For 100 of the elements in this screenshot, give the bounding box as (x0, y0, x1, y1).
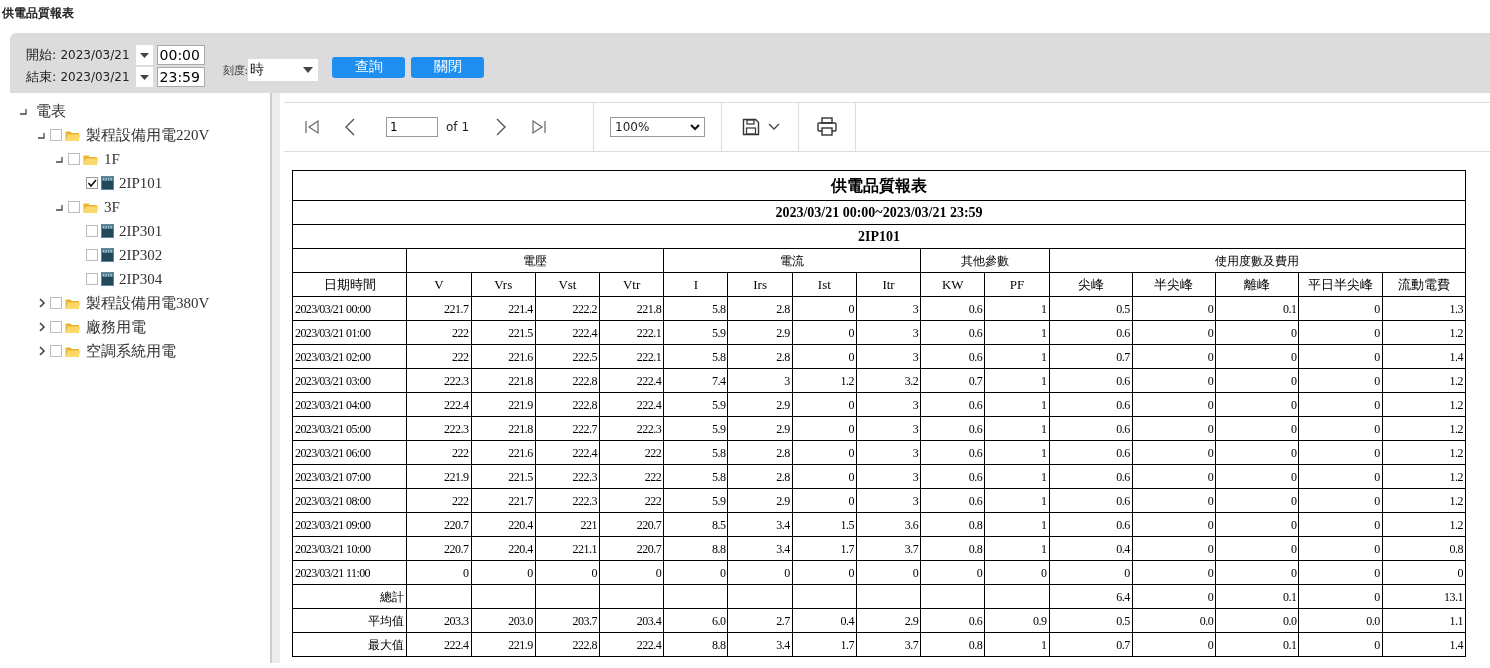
checkbox[interactable] (68, 153, 80, 165)
table-cell: 3 (856, 320, 921, 345)
zoom-dropdown[interactable]: 100% (610, 117, 705, 137)
tree-item-label[interactable]: 2IP302 (119, 246, 163, 264)
table-cell: 0 (1215, 512, 1299, 537)
page-title: 供電品質報表 (1, 5, 75, 22)
table-cell: 220.7 (599, 536, 664, 561)
tree-item-label[interactable]: 3F (104, 198, 120, 216)
table-cell: 0.9 (984, 608, 1050, 633)
table-cell: 0 (1382, 560, 1466, 585)
checkbox[interactable] (68, 201, 80, 213)
table-cell: 3.6 (856, 512, 921, 537)
table-cell: 3.4 (727, 536, 793, 561)
table-cell: 222.7 (535, 416, 600, 441)
tree-item-label[interactable]: 電表 (36, 101, 66, 121)
table-cell: 1 (984, 512, 1050, 537)
table-cell: 0.7 (920, 368, 985, 393)
table-cell: 221.1 (535, 536, 600, 561)
table-cell: 0.4 (1049, 536, 1133, 561)
time-field[interactable]: 00:00 (156, 45, 205, 65)
print-icon[interactable] (817, 117, 837, 137)
table-cell: 222 (406, 488, 472, 513)
first-page-icon[interactable] (304, 119, 320, 135)
page-number-field[interactable]: 1 (386, 117, 438, 137)
tree-item-label[interactable]: 2IP304 (119, 270, 163, 288)
table-cell: 3 (856, 464, 921, 489)
tree-item-label[interactable]: 2IP101 (119, 174, 163, 192)
table-cell: 1 (984, 464, 1050, 489)
date-cell: 2023/03/21 08:00 (292, 488, 407, 513)
scale-dropdown[interactable]: 時 (248, 59, 319, 81)
table-cell: 222.1 (599, 320, 664, 345)
summary-label: 最大值 (292, 632, 407, 657)
table-cell: 0 (1132, 344, 1216, 369)
table-cell: 222.1 (599, 344, 664, 369)
table-cell: 221.8 (471, 416, 536, 441)
tree-item-label[interactable]: 製程設備用電380V (86, 293, 210, 313)
table-cell: 221.6 (471, 440, 536, 465)
checkbox[interactable] (50, 129, 62, 141)
tree-item-label[interactable]: 1F (104, 150, 120, 168)
table-cell: 0 (1298, 392, 1383, 417)
table-cell: 2.8 (727, 296, 793, 321)
tree-item-label[interactable]: 廠務用電 (86, 317, 146, 337)
time-field[interactable]: 23:59 (156, 67, 205, 87)
tree-item-label[interactable]: 空調系統用電 (86, 341, 176, 361)
checkbox[interactable] (86, 249, 98, 261)
table-cell: 0 (1132, 296, 1216, 321)
caret-icon[interactable] (768, 123, 780, 131)
tree-item-label[interactable]: 製程設備用電220V (86, 125, 210, 145)
table-cell: 222 (406, 344, 472, 369)
checkbox[interactable] (86, 177, 98, 189)
checkbox[interactable] (86, 273, 98, 285)
table-cell: 0 (792, 344, 857, 369)
table-cell: 1 (984, 392, 1050, 417)
table-cell: 5.9 (663, 488, 728, 513)
last-page-icon[interactable] (531, 119, 547, 135)
date-cell: 2023/03/21 02:00 (292, 344, 407, 369)
checkbox[interactable] (50, 345, 62, 357)
table-cell: 0 (984, 560, 1050, 585)
meter-icon (101, 224, 114, 238)
checkbox[interactable] (50, 321, 62, 333)
table-cell: 0.6 (1049, 440, 1133, 465)
table-cell: 3 (856, 416, 921, 441)
table-cell: 0 (1132, 416, 1216, 441)
date-cell: 2023/03/21 09:00 (292, 512, 407, 537)
table-cell: 0 (1298, 320, 1383, 345)
table-cell: 0 (471, 560, 536, 585)
table-cell: 222.4 (599, 368, 664, 393)
tree-item-label[interactable]: 2IP301 (119, 222, 163, 240)
table-cell: 221.9 (471, 632, 536, 657)
table-cell: 2.9 (856, 608, 921, 633)
table-cell: 221.9 (406, 464, 472, 489)
date-cell: 2023/03/21 11:00 (292, 560, 407, 585)
table-cell: 222 (406, 440, 472, 465)
expand-toggle-icon[interactable] (37, 297, 47, 309)
table-cell: 0 (1215, 464, 1299, 489)
date-value: 2023/03/21 (60, 48, 130, 62)
table-cell: 0 (920, 560, 985, 585)
checkbox[interactable] (86, 225, 98, 237)
table-cell: 3 (856, 296, 921, 321)
table-cell: 1 (984, 632, 1050, 657)
table-cell: 1 (984, 368, 1050, 393)
table-cell: 2.8 (727, 344, 793, 369)
table-cell: 6.4 (1049, 584, 1133, 609)
date-cell: 2023/03/21 00:00 (292, 296, 407, 321)
previous-page-icon[interactable] (344, 118, 356, 136)
save-icon[interactable] (742, 118, 760, 136)
expand-toggle-icon[interactable] (37, 321, 47, 333)
column-header: Itr (856, 272, 921, 297)
table-cell: 0.6 (1049, 320, 1133, 345)
table-cell: 220.7 (406, 512, 472, 537)
date-label: 開始: (26, 46, 57, 64)
column-header: 平日半尖峰 (1298, 272, 1383, 297)
column-group-header: 使用度數及費用 (1049, 248, 1466, 273)
expand-toggle-icon[interactable] (37, 345, 47, 357)
checkbox[interactable] (50, 297, 62, 309)
meter-icon (101, 248, 114, 262)
table-cell: 222.2 (535, 296, 600, 321)
next-page-icon[interactable] (495, 118, 507, 136)
table-cell: 0 (1298, 440, 1383, 465)
table-cell: 0.6 (920, 296, 985, 321)
